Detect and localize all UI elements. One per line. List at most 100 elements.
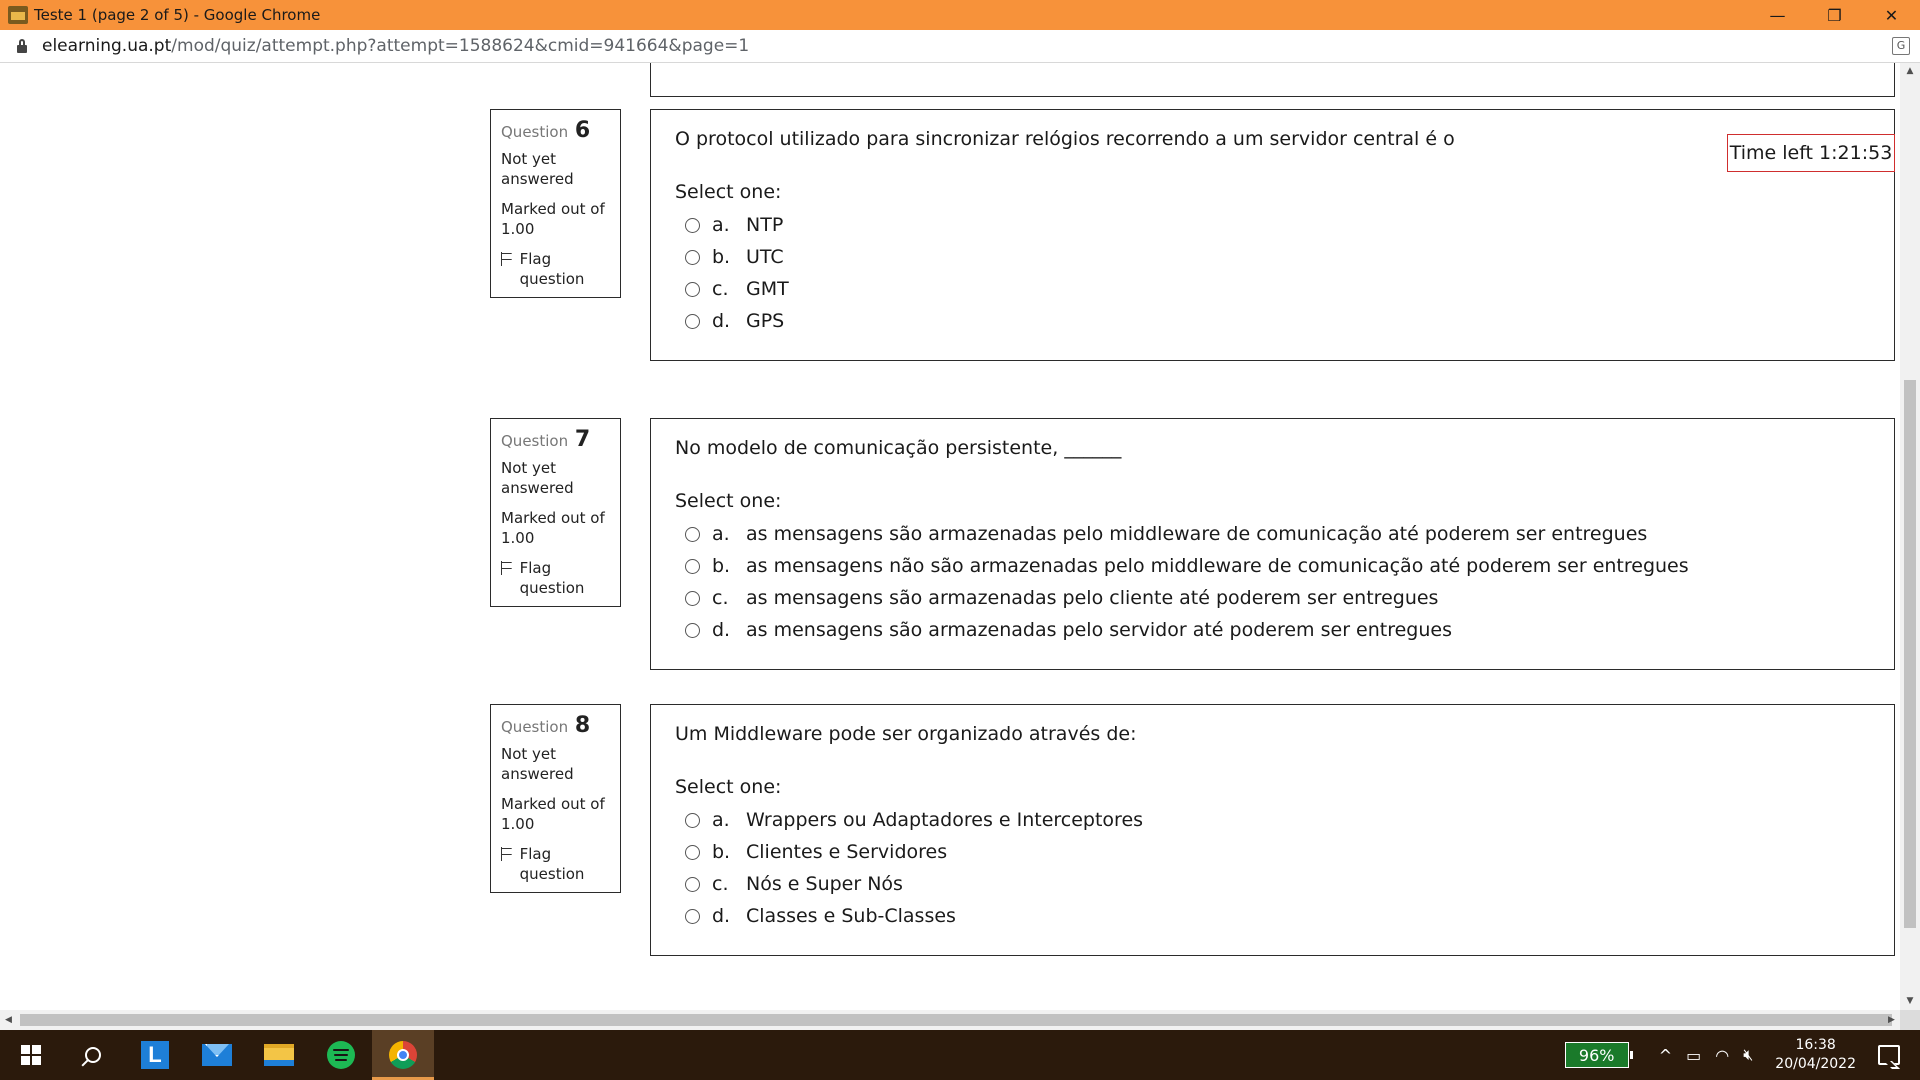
question-number: Question 7 (501, 427, 591, 452)
answer-option-b[interactable]: b. Clientes e Servidores (675, 836, 1870, 868)
time-left-badge: Time left 1:21:53 (1727, 134, 1895, 172)
windows-logo-icon (21, 1045, 41, 1065)
vertical-scrollbar[interactable]: ▲ ▼ (1900, 63, 1920, 1010)
previous-question-box (650, 63, 1895, 97)
minimize-button[interactable]: — (1749, 0, 1806, 30)
question-text: Um Middleware pode ser organizado atravé… (675, 723, 1137, 745)
close-button[interactable]: ✕ (1863, 0, 1920, 30)
scroll-down-arrow-icon[interactable]: ▼ (1900, 993, 1920, 1010)
answer-option-a[interactable]: a. NTP (675, 209, 1870, 241)
answer-option-a[interactable]: a. Wrappers ou Adaptadores e Interceptore… (675, 804, 1870, 836)
answer-option-b[interactable]: b. as mensagens não são armazenadas pelo … (675, 550, 1870, 582)
answer-option-b[interactable]: b. UTC (675, 241, 1870, 273)
taskbar-clock[interactable]: 16:38 20/04/2022 (1775, 1036, 1856, 1074)
select-one-prompt: Select one: (675, 776, 782, 798)
question-state: Not yet answered (501, 745, 574, 783)
taskbar-search-button[interactable] (62, 1030, 124, 1080)
volume-muted-icon[interactable]: 🔇︎ (1743, 1045, 1753, 1065)
question-state: Not yet answered (501, 150, 574, 188)
window-controls: — ❐ ✕ (1749, 0, 1920, 30)
question-text: No modelo de comunicação persistente, __… (675, 437, 1122, 459)
clock-date: 20/04/2022 (1775, 1056, 1856, 1072)
url-text[interactable]: elearning.ua.pt/mod/quiz/attempt.php?att… (42, 36, 749, 56)
spotify-icon (327, 1041, 355, 1069)
radio-button[interactable] (685, 249, 700, 265)
chrome-icon (389, 1041, 417, 1069)
address-bar[interactable]: elearning.ua.pt/mod/quiz/attempt.php?att… (0, 30, 1920, 63)
answer-option-c[interactable]: c. GMT (675, 273, 1870, 305)
scrollbar-corner (1900, 1010, 1920, 1030)
taskbar-spotify[interactable] (310, 1030, 372, 1080)
question-text: O protocol utilizado para sincronizar re… (675, 128, 1455, 150)
taskbar-l-app[interactable]: L (124, 1030, 186, 1080)
flag-icon (501, 847, 513, 861)
taskbar-chrome[interactable] (372, 1030, 434, 1080)
radio-button[interactable] (685, 590, 700, 606)
answer-options: a. Wrappers ou Adaptadores e Interceptore… (675, 804, 1870, 932)
scroll-up-arrow-icon[interactable]: ▲ (1900, 63, 1920, 80)
radio-button[interactable] (685, 812, 700, 828)
window-title: Teste 1 (page 2 of 5) - Google Chrome (34, 6, 321, 24)
l-app-icon: L (141, 1041, 169, 1069)
question-grade: Marked out of 1.00 (501, 795, 605, 833)
question-grade: Marked out of 1.00 (501, 200, 605, 238)
answer-option-c[interactable]: c. Nós e Super Nós (675, 868, 1870, 900)
horizontal-scroll-thumb[interactable] (20, 1014, 1892, 1026)
lock-icon[interactable] (16, 39, 28, 53)
search-icon (85, 1047, 101, 1063)
url-path: /mod/quiz/attempt.php?attempt=1588624&cm… (171, 36, 750, 56)
question-grade: Marked out of 1.00 (501, 509, 605, 547)
window-titlebar: Teste 1 (page 2 of 5) - Google Chrome — … (0, 0, 1920, 30)
windows-taskbar: L 96% ^ ▭ ◠ 🔇︎ 16:38 20/04/2022 (0, 1030, 1920, 1080)
battery-percentage-badge[interactable]: 96% (1564, 1042, 1633, 1068)
select-one-prompt: Select one: (675, 181, 782, 203)
flag-question-link[interactable]: Flag question (501, 844, 610, 884)
radio-button[interactable] (685, 313, 700, 329)
folder-icon (264, 1044, 294, 1066)
wifi-icon[interactable]: ◠ (1715, 1046, 1729, 1065)
answer-option-d[interactable]: d. GPS (675, 305, 1870, 337)
answer-option-d[interactable]: d. Classes e Sub-Classes (675, 900, 1870, 932)
question-info-8: Question 8 Not yet answered Marked out o… (490, 704, 621, 893)
answer-option-a[interactable]: a. as mensagens são armazenadas pelo midd… (675, 518, 1870, 550)
question-number: Question 6 (501, 118, 591, 143)
radio-button[interactable] (685, 558, 700, 574)
question-info-7: Question 7 Not yet answered Marked out o… (490, 418, 621, 607)
flag-icon (501, 561, 513, 575)
system-tray: 96% ^ ▭ ◠ 🔇︎ 16:38 20/04/2022 (1564, 1030, 1920, 1080)
restore-button[interactable]: ❐ (1806, 0, 1863, 30)
radio-button[interactable] (685, 217, 700, 233)
radio-button[interactable] (685, 622, 700, 638)
question-box-8: Um Middleware pode ser organizado atravé… (650, 704, 1895, 956)
radio-button[interactable] (685, 876, 700, 892)
radio-button[interactable] (685, 281, 700, 297)
show-hidden-icons-chevron-icon[interactable]: ^ (1659, 1046, 1672, 1065)
answer-option-d[interactable]: d. as mensagens são armazenadas pelo serv… (675, 614, 1870, 646)
taskbar-file-explorer[interactable] (248, 1030, 310, 1080)
clock-time: 16:38 (1795, 1037, 1836, 1053)
question-state: Not yet answered (501, 459, 574, 497)
flag-icon (501, 252, 513, 266)
flag-question-link[interactable]: Flag question (501, 558, 610, 598)
notification-center-icon[interactable] (1878, 1045, 1900, 1065)
flag-label: Flag question (519, 250, 585, 288)
question-box-7: No modelo de comunicação persistente, __… (650, 418, 1895, 670)
quiz-favicon-icon (8, 6, 28, 24)
scroll-right-arrow-icon[interactable]: ▶ (1883, 1010, 1900, 1030)
taskbar-mail[interactable] (186, 1030, 248, 1080)
radio-button[interactable] (685, 526, 700, 542)
page-content: Question 6 Not yet answered Marked out o… (0, 63, 1900, 1010)
radio-button[interactable] (685, 844, 700, 860)
horizontal-scrollbar[interactable]: ◀ ▶ (0, 1010, 1900, 1030)
start-button[interactable] (0, 1030, 62, 1080)
translate-icon[interactable]: G (1892, 37, 1910, 55)
answer-option-c[interactable]: c. as mensagens são armazenadas pelo clie… (675, 582, 1870, 614)
flag-question-link[interactable]: Flag question (501, 249, 610, 289)
flag-label: Flag question (519, 559, 585, 597)
radio-button[interactable] (685, 908, 700, 924)
battery-icon[interactable]: ▭ (1686, 1046, 1701, 1065)
scroll-left-arrow-icon[interactable]: ◀ (0, 1010, 17, 1030)
mail-icon (202, 1044, 232, 1066)
vertical-scroll-thumb[interactable] (1904, 380, 1916, 928)
select-one-prompt: Select one: (675, 490, 782, 512)
